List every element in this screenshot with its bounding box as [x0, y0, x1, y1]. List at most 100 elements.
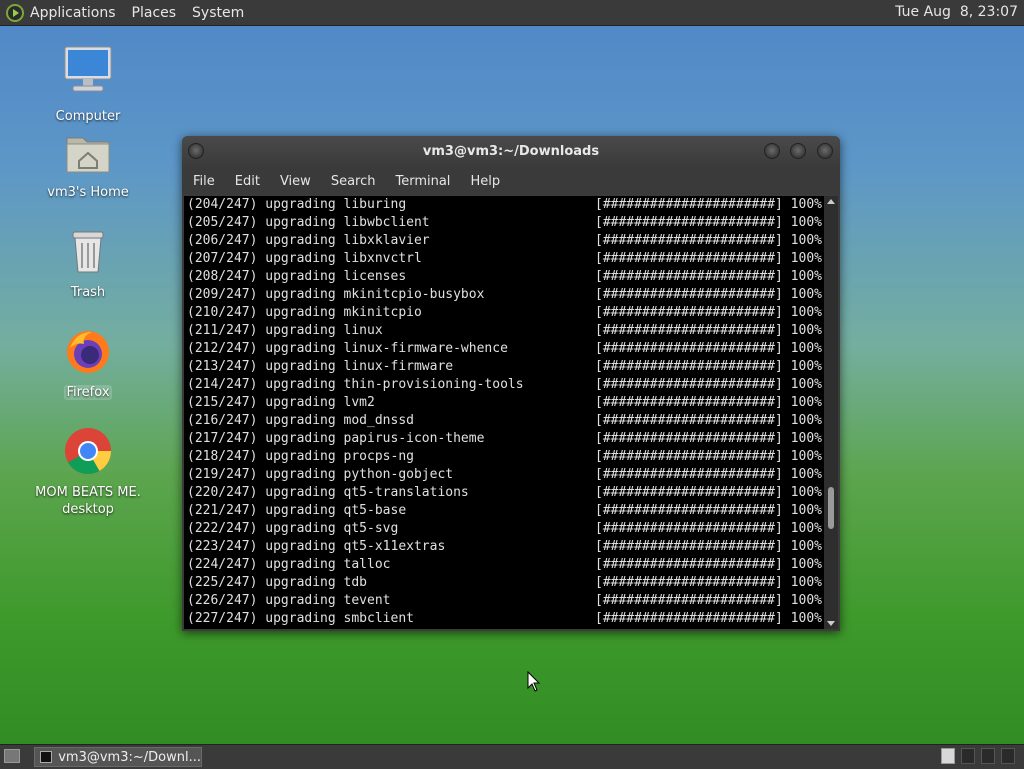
progress-bar-text: [######################] — [595, 539, 783, 554]
maximize-button[interactable] — [790, 143, 806, 159]
clock[interactable]: Tue Aug 8, 23:07 — [895, 4, 1018, 20]
menu-places[interactable]: Places — [132, 5, 177, 21]
terminal-line: (204/247) upgrading liburing [###########… — [184, 196, 824, 214]
terminal-line: (213/247) upgrading linux-firmware [#####… — [184, 358, 824, 376]
desktop-icon-firefox[interactable]: Firefox — [28, 328, 148, 401]
desktop-icon-label: Firefox — [64, 385, 112, 400]
mouse-cursor-icon — [527, 670, 541, 697]
desktop-icon-trash[interactable]: Trash — [28, 228, 148, 301]
progress-percent: 100% — [790, 377, 822, 392]
progress-bar-text: [######################] — [595, 215, 783, 230]
terminal-line: (215/247) upgrading lvm2 [###############… — [184, 394, 824, 412]
minimize-button[interactable] — [764, 143, 780, 159]
close-button[interactable] — [817, 143, 833, 159]
terminal-line-text: (220/247) upgrading qt5-translations — [187, 485, 469, 500]
terminal-line-progress: [######################] 100% — [595, 466, 822, 484]
progress-bar-text: [######################] — [595, 377, 783, 392]
desktop-icon-label: MOM BEATS ME. desktop — [35, 485, 141, 517]
terminal-line-progress: [######################] 100% — [595, 358, 822, 376]
terminal-line: (227/247) upgrading smbclient [##########… — [184, 610, 824, 628]
scroll-up-icon[interactable] — [827, 199, 835, 204]
desktop-icon-home[interactable]: vm3's Home — [28, 128, 148, 201]
terminal-line: (208/247) upgrading licenses [###########… — [184, 268, 824, 286]
progress-bar-text: [######################] — [595, 593, 783, 608]
terminal-line-progress: [######################] 100% — [595, 268, 822, 286]
terminal-line-progress: [######################] 100% — [595, 448, 822, 466]
terminal-line-progress: [######################] 100% — [595, 286, 822, 304]
menu-edit[interactable]: Edit — [235, 174, 260, 189]
terminal-line-text: (208/247) upgrading licenses — [187, 269, 407, 284]
terminal-line-text: (210/247) upgrading mkinitcpio — [187, 305, 422, 320]
terminal-icon — [40, 751, 53, 763]
menu-system[interactable]: System — [192, 5, 244, 21]
progress-percent: 100% — [790, 431, 822, 446]
terminal-line: (216/247) upgrading mod_dnssd [##########… — [184, 412, 824, 430]
progress-bar-text: [######################] — [595, 197, 783, 212]
scrollbar-thumb[interactable] — [828, 487, 834, 529]
terminal-line-progress: [######################] 100% — [595, 538, 822, 556]
terminal-line-progress: [######################] 100% — [595, 430, 822, 448]
progress-percent: 100% — [790, 197, 822, 212]
menu-terminal[interactable]: Terminal — [395, 174, 450, 189]
terminal-line: (207/247) upgrading libxnvctrl [#########… — [184, 250, 824, 268]
terminal-line-progress: [######################] 100% — [595, 340, 822, 358]
progress-bar-text: [######################] — [595, 269, 783, 284]
progress-bar-text: [######################] — [595, 251, 783, 266]
terminal-line: (226/247) upgrading tevent [#############… — [184, 592, 824, 610]
taskbar-item-terminal[interactable]: vm3@vm3:~/Downl... — [34, 747, 202, 767]
progress-percent: 100% — [790, 251, 822, 266]
terminal-line: (210/247) upgrading mkinitcpio [#########… — [184, 304, 824, 322]
terminal-scrollbar[interactable] — [824, 196, 838, 629]
terminal-line-progress: [######################] 100% — [595, 304, 822, 322]
terminal-line-text: (221/247) upgrading qt5-base — [187, 503, 407, 518]
menu-view[interactable]: View — [280, 174, 311, 189]
progress-percent: 100% — [790, 575, 822, 590]
terminal-line-progress: [######################] 100% — [595, 556, 822, 574]
progress-bar-text: [######################] — [595, 575, 783, 590]
progress-percent: 100% — [790, 593, 822, 608]
menu-help[interactable]: Help — [470, 174, 500, 189]
progress-bar-text: [######################] — [595, 341, 783, 356]
terminal-line-text: (209/247) upgrading mkinitcpio-busybox — [187, 287, 485, 302]
terminal-line-progress: [######################] 100% — [595, 322, 822, 340]
progress-bar-text: [######################] — [595, 323, 783, 338]
scroll-down-icon[interactable] — [827, 621, 835, 626]
progress-bar-text: [######################] — [595, 287, 783, 302]
terminal-line: (206/247) upgrading libxklavier [########… — [184, 232, 824, 250]
window-titlebar[interactable]: vm3@vm3:~/Downloads — [182, 136, 840, 168]
terminal-line: (212/247) upgrading linux-firmware-whenc… — [184, 340, 824, 358]
terminal-line-text: (216/247) upgrading mod_dnssd — [187, 413, 414, 428]
show-desktop-icon[interactable] — [4, 749, 20, 763]
terminal-line-text: (226/247) upgrading tevent — [187, 593, 391, 608]
progress-percent: 100% — [790, 485, 822, 500]
menu-file[interactable]: File — [193, 174, 215, 189]
progress-bar-text: [######################] — [595, 395, 783, 410]
terminal-line: (214/247) upgrading thin-provisioning-to… — [184, 376, 824, 394]
desktop-icon-chrome[interactable]: MOM BEATS ME. desktop — [28, 426, 148, 518]
workspace-4[interactable] — [1001, 748, 1015, 764]
progress-bar-text: [######################] — [595, 485, 783, 500]
progress-bar-text: [######################] — [595, 503, 783, 518]
menu-applications[interactable]: Applications — [30, 5, 116, 21]
terminal-line-text: (217/247) upgrading papirus-icon-theme — [187, 431, 485, 446]
workspace-2[interactable] — [961, 748, 975, 764]
progress-percent: 100% — [790, 341, 822, 356]
desktop-icon-computer[interactable]: Computer — [28, 44, 148, 125]
progress-bar-text: [######################] — [595, 413, 783, 428]
menu-search[interactable]: Search — [331, 174, 376, 189]
terminal-line-text: (218/247) upgrading procps-ng — [187, 449, 414, 464]
progress-percent: 100% — [790, 287, 822, 302]
terminal-line: (223/247) upgrading qt5-x11extras [######… — [184, 538, 824, 556]
workspace-3[interactable] — [981, 748, 995, 764]
terminal-line: (224/247) upgrading talloc [#############… — [184, 556, 824, 574]
taskbar-item-label: vm3@vm3:~/Downl... — [58, 749, 201, 765]
mate-menu-icon[interactable] — [6, 3, 24, 22]
terminal-window: vm3@vm3:~/Downloads File Edit View Searc… — [182, 136, 840, 631]
progress-percent: 100% — [790, 503, 822, 518]
terminal-line-progress: [######################] 100% — [595, 502, 822, 520]
progress-bar-text: [######################] — [595, 305, 783, 320]
progress-percent: 100% — [790, 305, 822, 320]
workspace-1[interactable] — [941, 748, 955, 764]
terminal-output[interactable]: (204/247) upgrading liburing [###########… — [184, 196, 824, 629]
progress-bar-text: [######################] — [595, 431, 783, 446]
